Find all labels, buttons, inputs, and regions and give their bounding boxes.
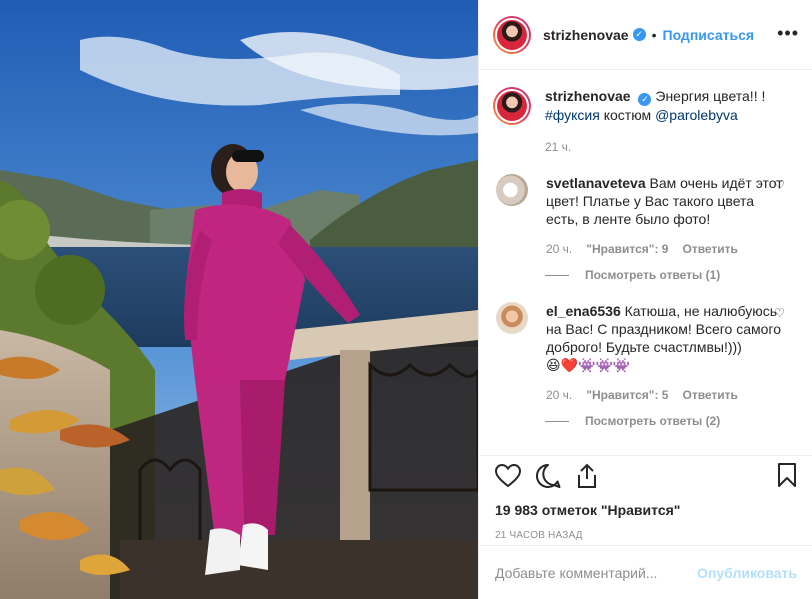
commenter-username[interactable]: el_ena6536 <box>546 303 621 319</box>
view-replies-label: Посмотреть ответы (2) <box>585 414 721 428</box>
publish-button[interactable]: Опубликовать <box>697 565 797 581</box>
reply-button[interactable]: Ответить <box>682 388 737 402</box>
caption-avatar[interactable] <box>493 87 531 125</box>
view-replies-button[interactable]: Посмотреть ответы (1) <box>545 268 799 282</box>
comment-time[interactable]: 20 ч. <box>546 388 572 402</box>
commenter-avatar[interactable] <box>496 174 528 206</box>
caption: strizhenovae ✓ Энергия цвета!! ! #фуксия… <box>493 87 799 154</box>
caption-time[interactable]: 21 ч. <box>545 140 571 154</box>
more-options-icon[interactable]: ••• <box>777 24 799 42</box>
mention-link[interactable]: @parolebyva <box>655 107 738 123</box>
separator-dot: • <box>651 26 657 43</box>
post-image <box>0 0 478 599</box>
comment-time[interactable]: 20 ч. <box>546 242 572 256</box>
verified-badge-icon: ✓ <box>638 93 652 106</box>
share-icon[interactable] <box>575 463 599 494</box>
comment-item: svetlanaveteva Вам очень идёт этот цвет!… <box>493 174 799 256</box>
comment-item: el_ena6536 Катюша, не налюбуюсь на Вас! … <box>493 302 799 402</box>
post-actions: 19 983 отметок "Нравится" 21 ЧАСОВ НАЗАД <box>479 455 812 559</box>
view-replies-button[interactable]: Посмотреть ответы (2) <box>545 414 799 428</box>
caption-text: strizhenovae ✓ Энергия цвета!! ! #фуксия… <box>545 87 785 124</box>
author-username[interactable]: strizhenovae <box>543 27 629 43</box>
add-comment-bar: Добавьте комментарий... Опубликовать <box>479 545 812 599</box>
comment-emoji: 😆❤️👾👾👾 <box>546 357 631 373</box>
commenter-avatar[interactable] <box>496 302 528 334</box>
reply-button[interactable]: Ответить <box>682 242 737 256</box>
follow-button[interactable]: Подписаться <box>663 27 755 43</box>
post-photo[interactable] <box>0 0 478 599</box>
hashtag-link[interactable]: #фуксия <box>545 107 600 123</box>
comment-bubble-icon[interactable] <box>535 463 561 494</box>
comment-input[interactable]: Добавьте комментарий... <box>495 565 697 581</box>
verified-badge-icon: ✓ <box>632 28 646 41</box>
caption-body-2: костюм <box>603 107 652 123</box>
bookmark-icon[interactable] <box>777 462 797 493</box>
author-avatar[interactable] <box>493 15 531 54</box>
likes-count[interactable]: 19 983 отметок "Нравится" <box>495 502 797 518</box>
caption-username[interactable]: strizhenovae <box>545 88 631 104</box>
replies-line-divider <box>545 420 569 422</box>
post-side-panel: strizhenovae ✓ • Подписаться ••• strizhe… <box>478 0 812 599</box>
like-heart-icon[interactable] <box>494 463 522 493</box>
like-comment-heart-icon[interactable]: ♡ <box>774 306 785 320</box>
replies-line-divider <box>545 274 569 276</box>
comment-likes[interactable]: "Нравится": 9 <box>586 242 668 256</box>
view-replies-label: Посмотреть ответы (1) <box>585 268 721 282</box>
comment-likes[interactable]: "Нравится": 5 <box>586 388 668 402</box>
post-header: strizhenovae ✓ • Подписаться ••• <box>479 0 812 70</box>
like-comment-heart-icon[interactable]: ♡ <box>774 178 785 192</box>
commenter-username[interactable]: svetlanaveteva <box>546 175 646 191</box>
caption-body: Энергия цвета!! ! <box>655 88 766 104</box>
comments-list[interactable]: strizhenovae ✓ Энергия цвета!! ! #фуксия… <box>479 71 812 455</box>
post-time-ago[interactable]: 21 ЧАСОВ НАЗАД <box>495 530 797 541</box>
